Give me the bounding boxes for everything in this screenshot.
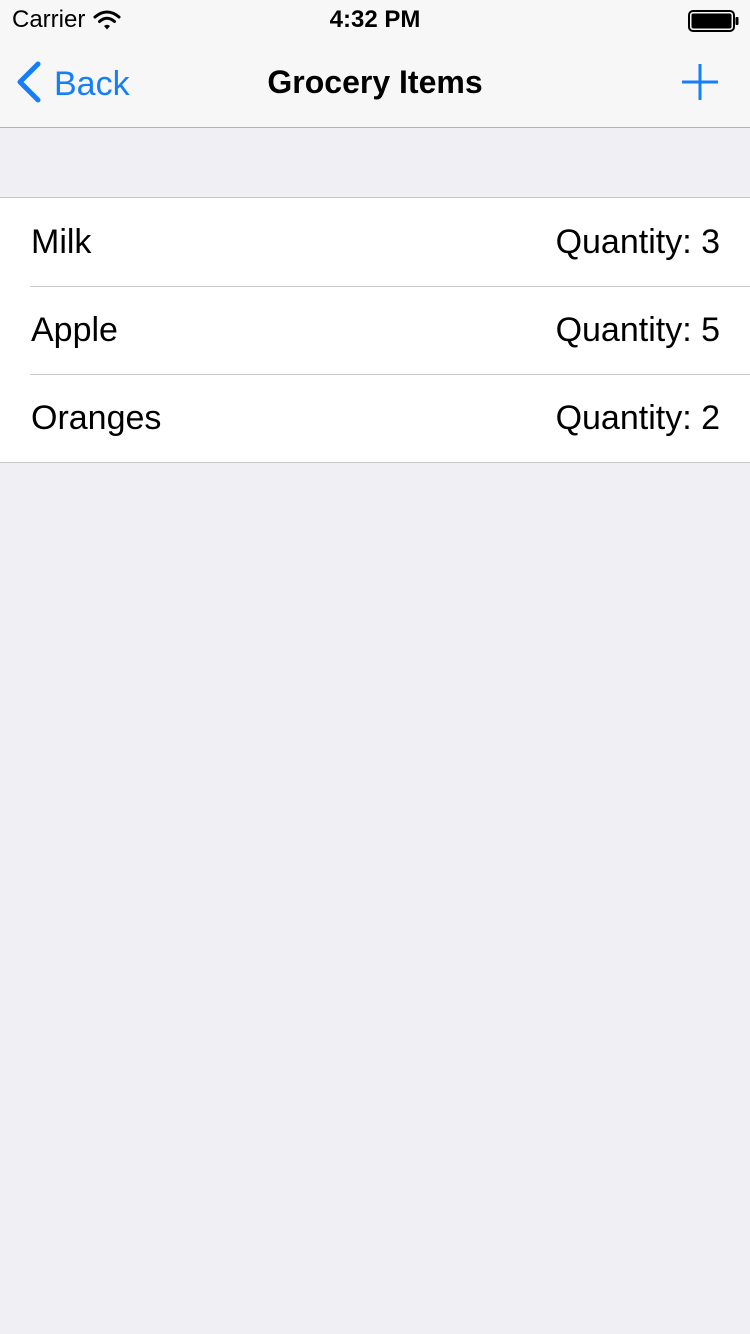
item-name: Milk	[31, 222, 92, 261]
list-item[interactable]: Oranges Quantity: 2	[0, 374, 750, 462]
item-name: Oranges	[31, 398, 162, 437]
add-item-button[interactable]	[680, 62, 720, 102]
item-quantity: Quantity: 2	[555, 398, 720, 437]
item-quantity: Quantity: 5	[555, 310, 720, 349]
grocery-list: Milk Quantity: 3 Apple Quantity: 5 Orang…	[0, 197, 750, 463]
list-item[interactable]: Apple Quantity: 5	[0, 286, 750, 374]
item-quantity: Quantity: 3	[555, 222, 720, 261]
navigation-bar: Back Grocery Items	[0, 40, 750, 128]
item-name: Apple	[31, 310, 118, 349]
battery-icon	[688, 10, 740, 32]
plus-icon	[680, 64, 720, 106]
status-bar: Carrier 4:32 PM	[0, 0, 750, 40]
page-title: Grocery Items	[267, 64, 483, 100]
clock: 4:32 PM	[329, 6, 421, 33]
list-item[interactable]: Milk Quantity: 3	[0, 198, 750, 286]
